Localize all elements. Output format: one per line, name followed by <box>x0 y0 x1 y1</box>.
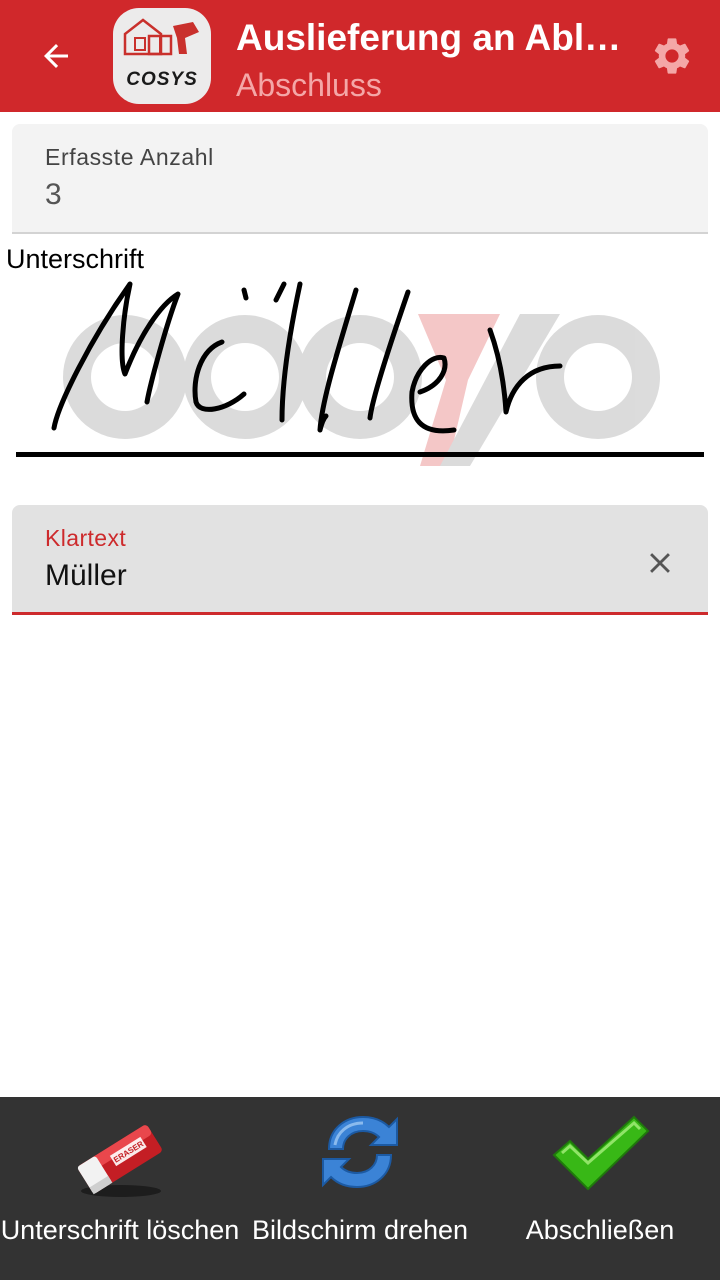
close-icon <box>650 553 670 573</box>
count-field: Erfasste Anzahl 3 <box>12 124 708 234</box>
svg-text:COSYS: COSYS <box>126 69 198 90</box>
klartext-label: Klartext <box>45 525 127 551</box>
cosys-logo-icon: COSYS <box>123 18 199 90</box>
bottom-action-bar: ERASER Unterschrift löschen Bildschirm d… <box>0 1097 720 1280</box>
signature-baseline <box>16 452 704 457</box>
klartext-input[interactable] <box>45 555 625 597</box>
app-logo: COSYS <box>113 8 211 104</box>
arrow-left-icon <box>44 44 68 68</box>
finish-button[interactable]: Abschließen <box>480 1097 720 1280</box>
app-bar: COSYS Auslieferung an Ablageort Abschlus… <box>0 0 720 112</box>
page-subtitle: Abschluss <box>236 67 382 103</box>
rotate-screen-label: Bildschirm drehen <box>251 1215 469 1245</box>
checkmark-icon <box>552 1115 650 1191</box>
rotate-screen-button[interactable]: Bildschirm drehen <box>240 1097 480 1280</box>
clear-signature-label: Unterschrift löschen <box>0 1215 240 1245</box>
signature-pad[interactable] <box>0 270 720 470</box>
back-button[interactable] <box>24 24 88 88</box>
rotate-icon <box>322 1115 398 1189</box>
page-title: Auslieferung an Ablageort <box>236 17 632 58</box>
count-label: Erfasste Anzahl <box>45 144 214 170</box>
clear-signature-button[interactable]: ERASER Unterschrift löschen <box>0 1097 240 1280</box>
signature-drawing <box>51 281 660 466</box>
gear-icon <box>654 38 690 74</box>
clear-button[interactable] <box>638 541 682 585</box>
klartext-field[interactable]: Klartext <box>12 505 708 615</box>
eraser-icon: ERASER <box>77 1125 162 1197</box>
cosys-watermark <box>63 314 660 466</box>
settings-button[interactable] <box>644 28 700 84</box>
finish-label: Abschließen <box>525 1215 675 1245</box>
count-value: 3 <box>45 178 62 211</box>
screen: COSYS Auslieferung an Ablageort Abschlus… <box>0 0 720 1280</box>
